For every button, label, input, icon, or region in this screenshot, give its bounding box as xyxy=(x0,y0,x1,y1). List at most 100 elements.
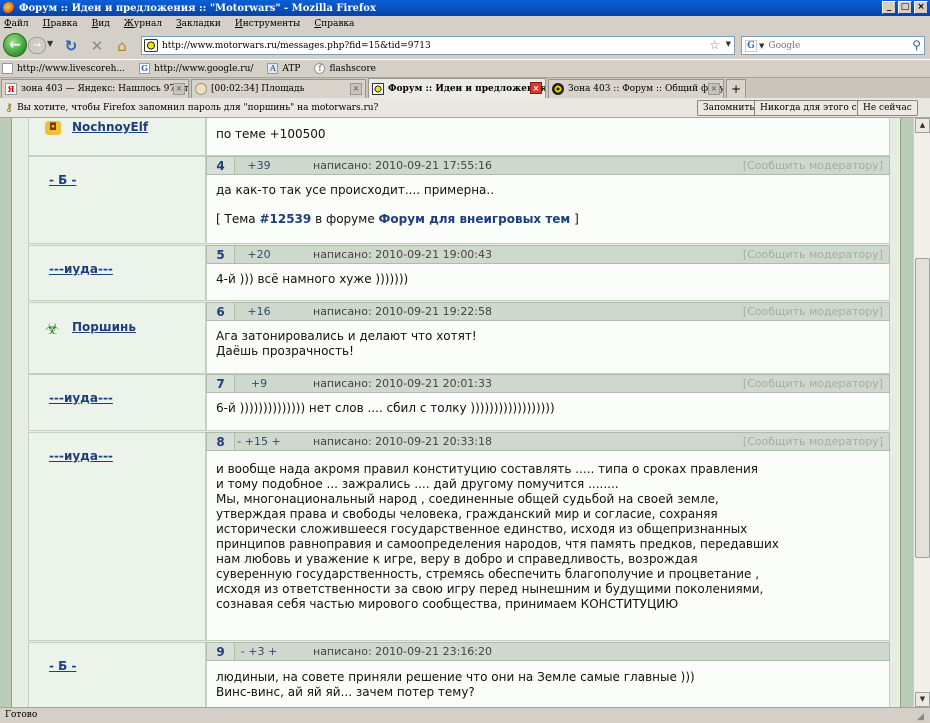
author-link[interactable]: Поршинь xyxy=(72,320,136,334)
url-text[interactable]: http://www.motorwars.ru/messages.php?fid… xyxy=(162,41,431,51)
atp-icon: A xyxy=(267,63,279,74)
bookmark-atp[interactable]: A ATP xyxy=(267,63,300,74)
author-link[interactable]: NochnoyElf xyxy=(72,120,148,134)
message-text: по теме +100500 xyxy=(216,127,326,141)
radiation-icon xyxy=(552,83,564,95)
message-body: 4-й ))) всё намного хуже ))))))) xyxy=(206,264,890,301)
site-favicon-icon xyxy=(144,39,158,52)
menu-tools[interactable]: Инструменты xyxy=(235,19,300,29)
report-moderator-link[interactable]: [Сообщить модератору] xyxy=(743,377,883,390)
menu-bookmarks[interactable]: Закладки xyxy=(176,19,221,29)
search-engine-dropdown-icon[interactable]: ▼ xyxy=(759,42,764,50)
forum-post: ◘ NochnoyElf по теме +100500 xyxy=(28,118,902,158)
biohazard-avatar-icon: ☣ xyxy=(45,319,60,338)
magnifier-icon[interactable]: ⚲ xyxy=(912,38,921,52)
tab-yandex[interactable]: Я зона 403 — Яндекс: Нашлось 978 тыс... … xyxy=(1,79,189,98)
scroll-thumb[interactable] xyxy=(915,258,930,558)
author-link[interactable]: ---иуда--- xyxy=(49,262,113,276)
remember-password-button[interactable]: Запомнить xyxy=(697,100,761,116)
tab-motorwars-forum[interactable]: Форум :: Идеи и предложения :: "... × xyxy=(368,78,546,98)
minimize-icon[interactable]: _ xyxy=(882,1,896,14)
back-button[interactable]: ← xyxy=(3,33,27,57)
message-body: людиныи, на совете приняли решение что о… xyxy=(206,661,890,707)
report-moderator-link[interactable]: [Сообщить модератору] xyxy=(743,305,883,318)
password-notification-bar: ⚷ Вы хотите, чтобы Firefox запомнил паро… xyxy=(0,98,930,118)
url-bar[interactable]: http://www.motorwars.ru/messages.php?fid… xyxy=(141,36,735,55)
message-text: утверждая права и свободы человека, граж… xyxy=(216,507,718,521)
menu-view[interactable]: Вид xyxy=(92,19,110,29)
author-cell: - Б - xyxy=(28,156,206,244)
menu-help[interactable]: Справка xyxy=(314,19,354,29)
stop-icon[interactable]: ✕ xyxy=(88,37,106,55)
menu-history[interactable]: Журнал xyxy=(124,19,162,29)
tab-ploshchad[interactable]: [00:02:34] Площадь × xyxy=(191,79,366,98)
topic-reference: [ Тема #12539 в форуме Форум для внеигро… xyxy=(216,212,889,227)
scroll-down-icon[interactable]: ▼ xyxy=(915,692,930,707)
new-tab-button[interactable]: + xyxy=(726,79,746,98)
maximize-icon[interactable]: □ xyxy=(898,1,912,14)
tab-close-icon[interactable]: × xyxy=(350,83,362,95)
author-link[interactable]: ---иуда--- xyxy=(49,449,113,463)
author-cell: ---иуда--- xyxy=(28,245,206,301)
tab-zona403[interactable]: Зона 403 :: Форум :: Общий форум × xyxy=(548,79,724,98)
message-date: написано: 2010-09-21 23:16:20 xyxy=(313,645,493,658)
menu-edit[interactable]: Правка xyxy=(43,19,78,29)
title-bar: Форум :: Идеи и предложения :: "Motorwar… xyxy=(0,0,930,16)
message-number[interactable]: 7 xyxy=(207,375,235,392)
message-text: Ага затонировались и делают что хотят! xyxy=(216,329,477,343)
report-moderator-link[interactable]: [Сообщить модератору] xyxy=(743,159,883,172)
tab-bar: Я зона 403 — Яндекс: Нашлось 978 тыс... … xyxy=(0,77,930,98)
bookmark-google[interactable]: G http://www.google.ru/ xyxy=(139,63,253,74)
message-date: написано: 2010-09-21 19:00:43 xyxy=(313,248,493,261)
author-link[interactable]: - Б - xyxy=(49,173,76,187)
vertical-scrollbar[interactable]: ▲ ▼ xyxy=(913,118,930,707)
message-number[interactable]: 6 xyxy=(207,303,235,320)
page-content: ◘ NochnoyElf по теме +100500 - Б - 4 +39… xyxy=(0,118,913,707)
message-text: нам любовь и уважение к игре, веру в доб… xyxy=(216,552,698,566)
tab-close-icon[interactable]: × xyxy=(530,82,542,94)
message-body: по теме +100500 xyxy=(206,118,890,156)
page-icon xyxy=(2,63,13,74)
tab-label: [00:02:34] Площадь xyxy=(211,84,305,94)
author-link[interactable]: - Б - xyxy=(49,659,76,673)
status-text: Готово xyxy=(5,710,38,720)
tab-close-icon[interactable]: × xyxy=(708,83,720,95)
not-now-button[interactable]: Не сейчас xyxy=(857,100,918,116)
search-input[interactable]: Google xyxy=(768,41,800,51)
author-link[interactable]: ---иуда--- xyxy=(49,391,113,405)
history-dropdown-icon[interactable]: ▼ xyxy=(47,39,53,48)
bookmark-livescore[interactable]: http://www.livescoreh... xyxy=(2,63,125,74)
message-date: написано: 2010-09-21 20:01:33 xyxy=(313,377,493,390)
message-number[interactable]: 8 xyxy=(207,433,235,450)
home-icon[interactable]: ⌂ xyxy=(113,37,131,55)
bookmark-flashscore[interactable]: f flashscore xyxy=(314,63,376,74)
author-cell: - Б - xyxy=(28,642,206,707)
topic-link[interactable]: #12539 xyxy=(259,212,311,226)
reload-icon[interactable]: ↻ xyxy=(62,37,80,55)
message-number[interactable]: 5 xyxy=(207,246,235,263)
yandex-icon: Я xyxy=(5,83,17,95)
message-header: 5 +20 написано: 2010-09-21 19:00:43 [Соо… xyxy=(206,245,890,264)
report-moderator-link[interactable]: [Сообщить модератору] xyxy=(743,435,883,448)
report-moderator-link[interactable]: [Сообщить модератору] xyxy=(743,248,883,261)
google-icon[interactable]: G xyxy=(745,39,757,52)
resize-grip-icon[interactable]: ◢ xyxy=(917,710,929,722)
message-text: принципов равноправия и самоопределения … xyxy=(216,537,779,551)
tab-close-icon[interactable]: × xyxy=(173,83,185,95)
close-icon[interactable]: × xyxy=(914,1,928,14)
message-number[interactable]: 4 xyxy=(207,157,235,174)
menu-file[interactable]: Файл xyxy=(4,19,29,29)
forum-post: ---иуда--- 5 +20 написано: 2010-09-21 19… xyxy=(28,245,902,301)
helmet-avatar-icon: ◘ xyxy=(45,121,61,135)
search-bar[interactable]: G ▼ Google ⚲ xyxy=(741,36,925,55)
menu-bar: Файл Правка Вид Журнал Закладки Инструме… xyxy=(0,16,930,31)
forum-link[interactable]: Форум для внеигровых тем xyxy=(379,212,571,226)
bookmark-star-icon[interactable]: ☆ xyxy=(709,38,720,52)
forward-button[interactable]: → xyxy=(28,37,46,54)
url-dropdown-icon[interactable]: ▼ xyxy=(726,40,731,48)
message-number[interactable]: 9 xyxy=(207,643,235,660)
message-text: да как-то так усе происходит.... примерн… xyxy=(216,183,495,197)
scroll-up-icon[interactable]: ▲ xyxy=(915,118,930,133)
author-cell: ---иуда--- xyxy=(28,432,206,641)
firefox-icon xyxy=(3,2,15,14)
